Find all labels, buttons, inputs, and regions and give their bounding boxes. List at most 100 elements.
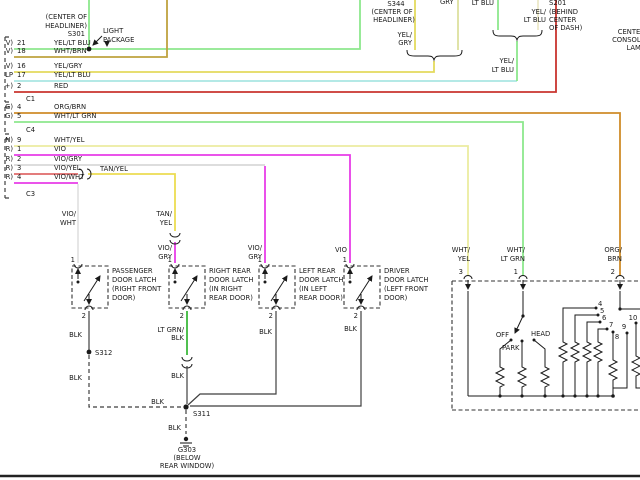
ground-icon: [184, 437, 188, 441]
pin-stub: R): [6, 164, 14, 172]
pin-stub: R): [6, 173, 14, 181]
diagram-canvas: (CENTER OF HEADLINER) S301 LIGHT PACKAGE…: [0, 0, 640, 480]
s344-loc1: (CENTER OF: [371, 8, 412, 16]
latch-name-line1: PASSENGER: [112, 267, 153, 275]
console-line2: CONSOLE: [612, 36, 640, 44]
s201-right-label1: YEL/: [530, 8, 546, 16]
resistor-icon: [609, 357, 617, 382]
g303-loc2: REAR WINDOW): [160, 462, 215, 470]
wire-4-org-brn: [14, 113, 620, 276]
sw-pin2-num: 2: [611, 268, 615, 276]
wire-label: ORG/BRN: [54, 103, 86, 111]
latch-left-rear: 1 2 LEFT REAR DOOR LATCH (IN LEFT REAR D…: [258, 256, 344, 320]
resistor-feet: [563, 364, 598, 396]
latch-box: [259, 266, 295, 308]
tan-yel-v-label2: YEL: [159, 219, 172, 227]
resistor-icon: [541, 364, 549, 389]
s344-left-label1: YEL/: [396, 31, 412, 39]
latch-name-line3: (IN LEFT: [299, 285, 328, 293]
pin-stub: V): [6, 47, 14, 55]
wire-label: YEL/LT BLU: [53, 39, 91, 47]
ground-wiring: BLK S312 BLK BLK LT GRN/ BLK BLK S311 BL…: [69, 311, 361, 470]
blk-dashed-wire: [89, 355, 182, 407]
s201-out-label2: LT BLU: [492, 66, 514, 74]
resistor-icon: [583, 339, 591, 364]
blk-label: BLK: [168, 424, 181, 432]
bus-dot: [561, 394, 564, 397]
pin-connector-icon: [464, 276, 624, 280]
switch-box: [452, 281, 640, 410]
pin-number: 17: [17, 71, 26, 79]
latch-name-line1: LEFT REAR: [299, 267, 336, 275]
latch-name-line4: DOOR): [384, 294, 408, 302]
pin-number: 2: [17, 82, 21, 90]
blk-wire: [188, 311, 276, 405]
s344-brace: [407, 50, 462, 60]
pin-number: 9: [17, 136, 21, 144]
blk-label: BLK: [171, 372, 184, 380]
junction-dot: [618, 307, 621, 310]
sw-pin2-branch: [620, 291, 640, 309]
tan-yel-label: TAN/YEL: [99, 165, 128, 173]
latch-pin1-num: 1: [168, 256, 172, 264]
mid-labels: TAN/YEL VIO/ WHT TAN/ YEL VIO/ GRY VIO/ …: [60, 165, 347, 261]
s344-left-label2: GRY: [398, 39, 413, 47]
latch-pin2-num: 2: [269, 312, 273, 320]
pin-number: 2: [17, 155, 21, 163]
latch-pin2-num: 2: [180, 312, 184, 320]
vio-wht-label2: WHT: [60, 219, 77, 227]
bus-dot: [520, 394, 523, 397]
pin-stub: R): [6, 155, 14, 163]
sw-terminal-9: 9: [622, 323, 626, 331]
resistor-icon: [559, 339, 567, 364]
latch-name-line2: DOOR LATCH: [112, 276, 157, 284]
s201-loc3: OF DASH): [549, 24, 583, 32]
blk-label: BLK: [151, 398, 164, 406]
console-line3: LAMP: [626, 44, 640, 52]
splice-s201: LT BLU YEL/ LT BLU S201 (BEHIND CENTER O…: [472, 0, 583, 74]
wire-label: VIO/WHT: [54, 173, 85, 181]
sw-off-label: OFF: [496, 331, 509, 339]
resistor-icon: [594, 339, 602, 364]
s344-right-label: GRY: [440, 0, 455, 6]
latch-driver: 1 2 DRIVER DOOR LATCH (LEFT FRONT DOOR): [343, 256, 429, 320]
s301-name: S301: [68, 30, 85, 38]
resistor-icon: [632, 353, 640, 378]
sw-pin2-wire2: BRN: [608, 255, 622, 263]
splice-s344: S344 (CENTER OF HEADLINER) YEL/ GRY GRY: [371, 0, 462, 60]
latch-switch-arm: [356, 276, 372, 301]
latch-contact-dot: [264, 281, 267, 284]
latch-name-line1: DRIVER: [384, 267, 410, 275]
s312-label: S312: [95, 349, 112, 357]
latch-name-line4: REAR DOOR): [299, 294, 343, 302]
latch-right-rear: 1 2 RIGHT REAR DOOR LATCH (IN RIGHT REAR…: [168, 256, 254, 320]
latch-contact-dot: [349, 281, 352, 284]
light-package-label1: LIGHT: [103, 27, 124, 35]
latch-name-line3: (LEFT FRONT: [384, 285, 429, 293]
sw-wiper-arm: [515, 316, 523, 333]
s201-loc2: CENTER: [549, 16, 577, 24]
s312-splice-dot: [87, 350, 92, 355]
pin-stub: G): [5, 112, 13, 120]
s201-loc1: (BEHIND: [549, 8, 578, 16]
wiring-diagram: (CENTER OF HEADLINER) S301 LIGHT PACKAGE…: [0, 0, 640, 480]
latch-name-line2: DOOR LATCH: [209, 276, 254, 284]
latch-name-line4: REAR DOOR): [209, 294, 253, 302]
sw-terminal-8: 8: [615, 333, 619, 341]
pin-stub: N): [5, 136, 13, 144]
s311-label: S311: [193, 410, 210, 418]
sw-terminal-10: 10: [629, 314, 638, 322]
latch-name-line4: DOOR): [112, 294, 136, 302]
connector-label-c3: C3: [26, 190, 35, 198]
headlamp-switch: WHT/ YEL WHT/ LT GRN ORG/ BRN 3 1 2 OFF …: [452, 246, 640, 410]
sw-pin3-num: 3: [459, 268, 463, 276]
lt-grn-blk-label1: LT GRN/: [157, 326, 184, 334]
vio-gry-label-a1: VIO/: [158, 244, 173, 252]
connector-label-c1: C1: [26, 95, 35, 103]
blk-label: BLK: [259, 328, 272, 336]
wire-label: YEL/GRY: [53, 62, 83, 70]
wire-label: VIO: [54, 145, 66, 153]
vio-label: VIO: [335, 246, 347, 254]
pin-number: 18: [17, 47, 26, 55]
wire-label: YEL/LT BLU: [53, 71, 91, 79]
